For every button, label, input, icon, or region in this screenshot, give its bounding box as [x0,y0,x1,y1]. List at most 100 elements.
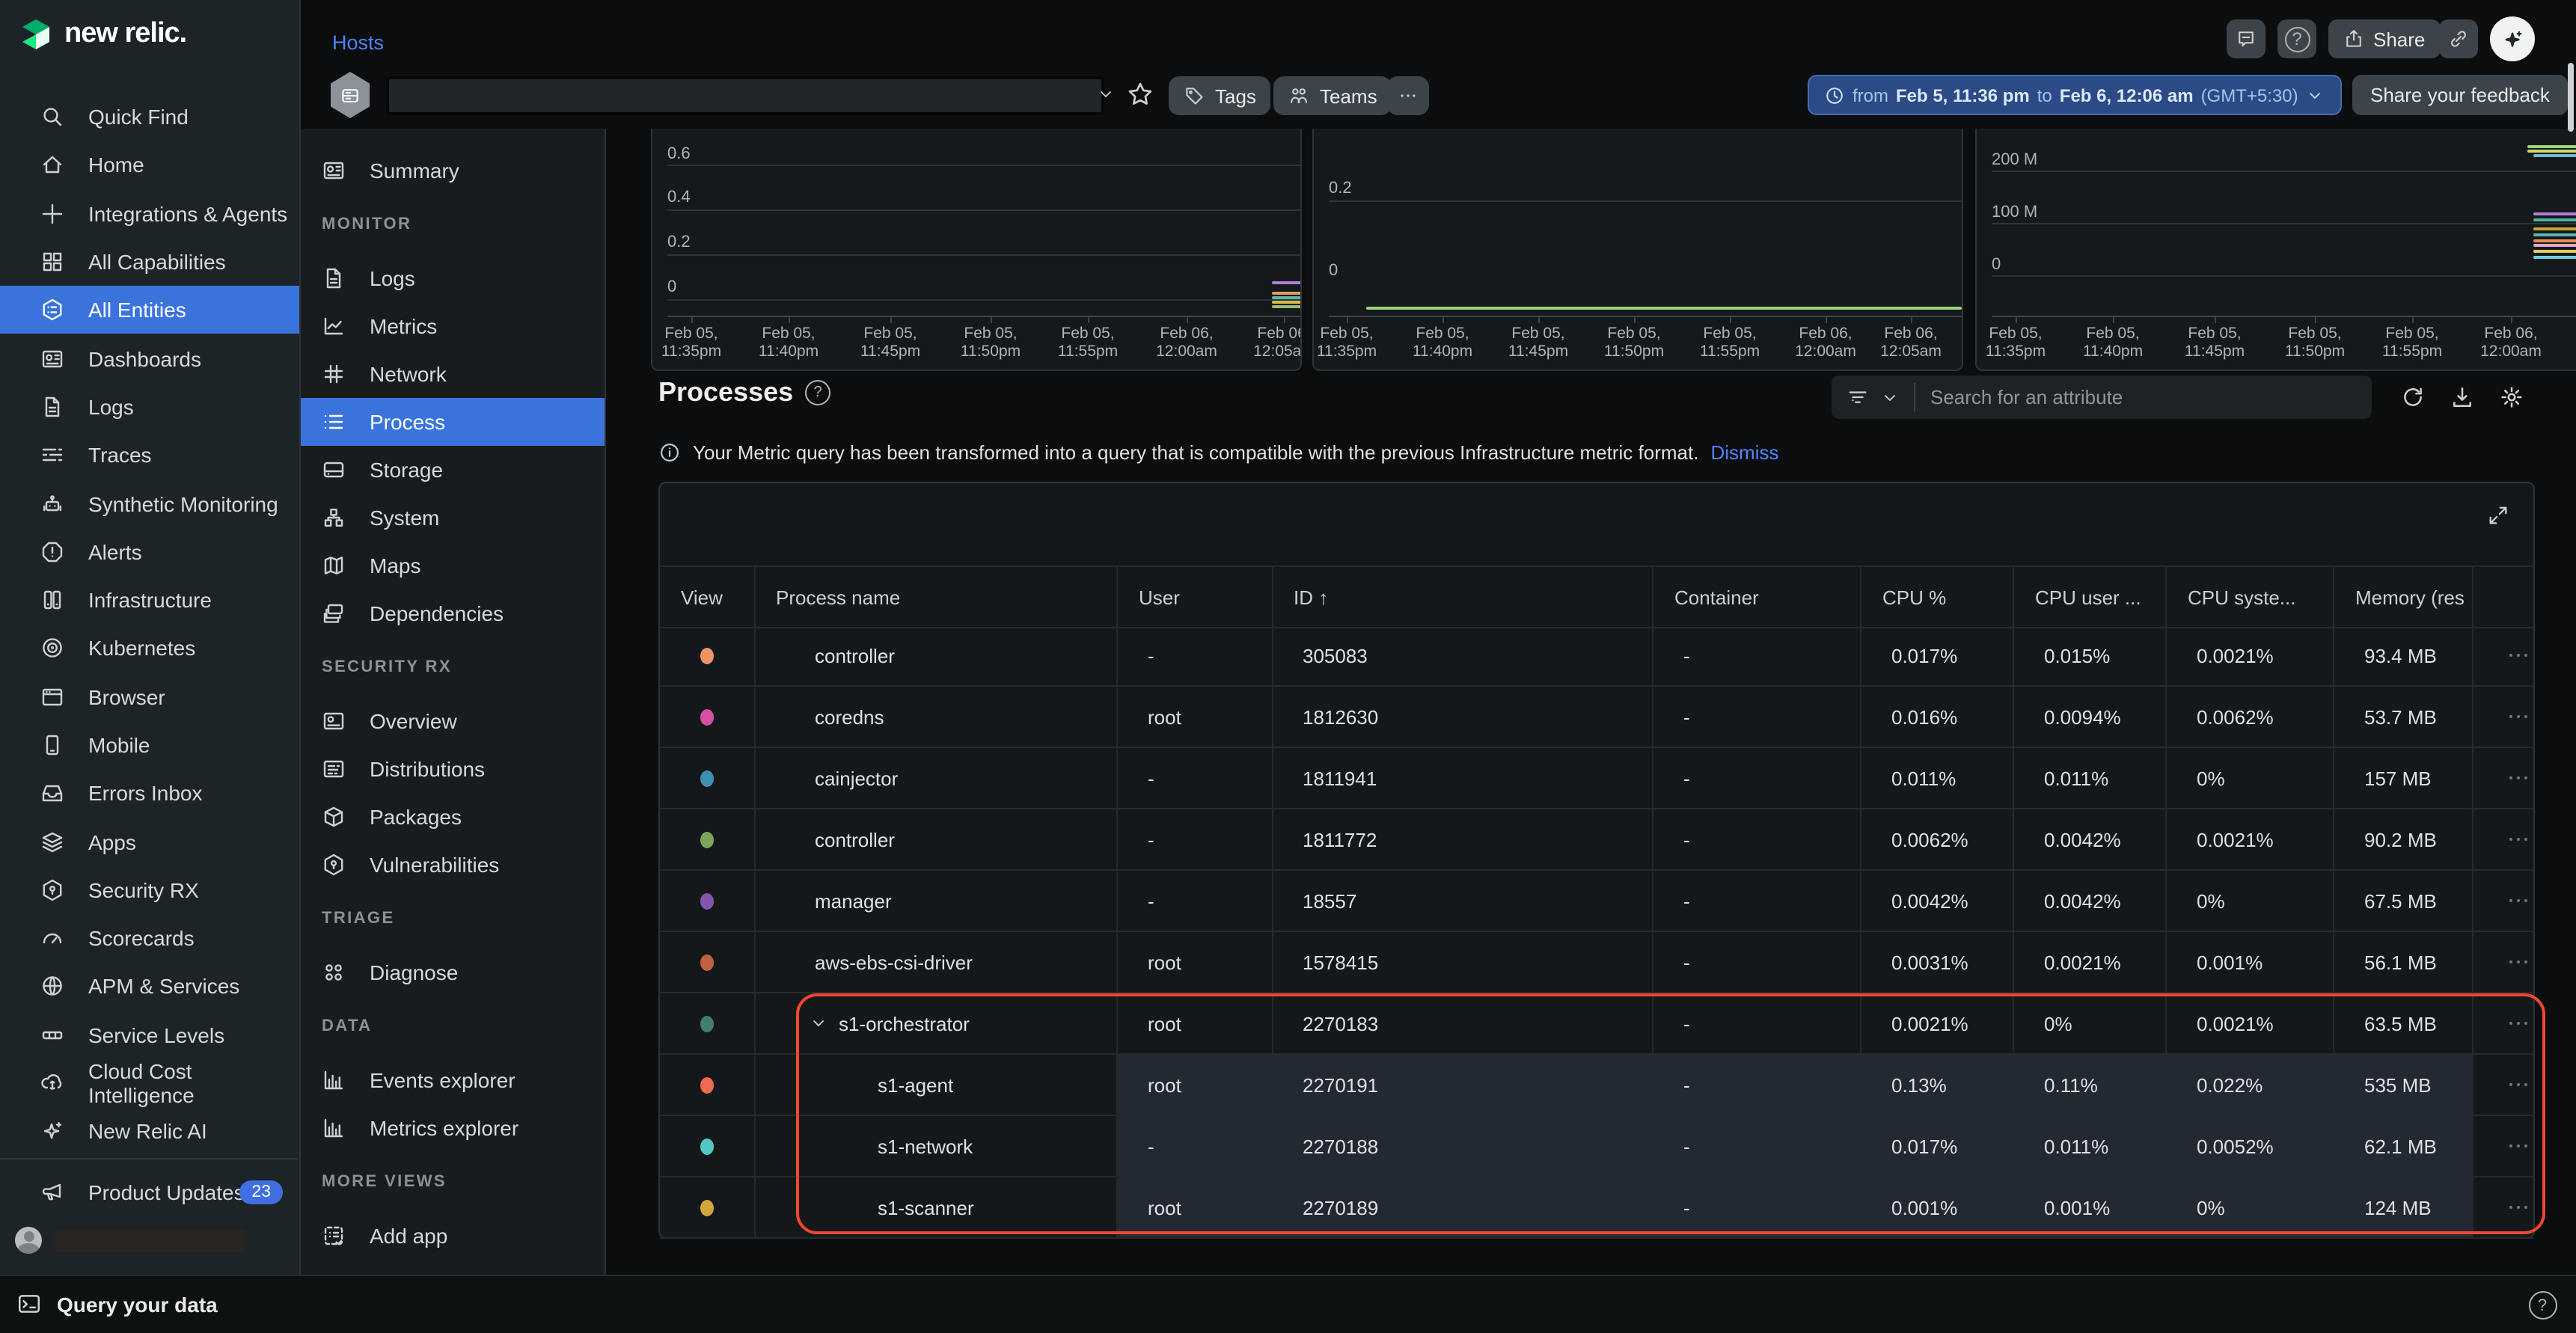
subnav-item-logs[interactable]: Logs [299,254,605,302]
table-row[interactable]: aws-ebs-csi-driver root 1578415 - 0.0031… [660,932,2533,993]
user-account-row[interactable] [0,1218,298,1263]
settings-gear-button[interactable] [2499,384,2524,410]
nav-item-home[interactable]: Home [0,141,299,190]
nav-item-traces[interactable]: Traces [0,431,299,479]
new-relic-logo[interactable]: new relic. [19,18,186,51]
comment-feedback-button[interactable] [2227,19,2266,58]
favorite-star-icon[interactable] [1127,81,1154,108]
subnav-item-metrics-explorer[interactable]: Metrics explorer [299,1104,605,1152]
footer-help-button[interactable]: ? [2528,1291,2557,1320]
subnav-item-add-app[interactable]: Add app [299,1212,605,1260]
subnav-item-diagnose[interactable]: Diagnose [299,949,605,996]
row-actions-button[interactable] [2503,1206,2533,1210]
dismiss-link[interactable]: Dismiss [1710,441,1778,464]
col-user[interactable]: User [1118,567,1273,627]
more-options-button[interactable] [1387,76,1429,115]
nav-item-service-levels[interactable]: Service Levels [0,1011,299,1059]
subnav-item-packages[interactable]: Packages [299,793,605,841]
nav-item-apm-services[interactable]: APM & Services [0,963,299,1011]
nav-item-logs[interactable]: Logs [0,383,299,432]
host-selector-input[interactable] [386,76,1104,115]
nav-item-security-rx[interactable]: Security RX [0,866,299,915]
subnav-item-maps[interactable]: Maps [299,542,605,589]
col-cpu-system[interactable]: CPU syste... [2167,567,2334,627]
teams-button[interactable]: Teams [1273,76,1392,115]
nav-item-scorecards[interactable]: Scorecards [0,914,299,963]
row-actions-button[interactable] [2503,838,2533,842]
subnav-item-distributions[interactable]: Distributions [299,745,605,793]
table-row-child[interactable]: s1-network - 2270188 - 0.017% 0.011% 0.0… [660,1116,2533,1177]
nav-item-browser[interactable]: Browser [0,672,299,721]
tags-button[interactable]: Tags [1169,76,1271,115]
subnav-item-storage[interactable]: Storage [299,446,605,494]
share-button[interactable]: Share [2328,19,2440,58]
nav-item-product-updates[interactable]: Product Updates 23 [0,1170,298,1215]
table-row-child[interactable]: s1-scanner root 2270189 - 0.001% 0.001% … [660,1177,2533,1239]
col-cpu-user[interactable]: CPU user ... [2014,567,2167,627]
col-cpu[interactable]: CPU % [1861,567,2014,627]
subnav-item-overview[interactable]: Overview [299,697,605,745]
nav-item-all-capabilities[interactable]: All Capabilities [0,238,299,286]
nav-item-new-relic-ai[interactable]: New Relic AI [0,1107,299,1156]
nav-item-errors-inbox[interactable]: Errors Inbox [0,769,299,818]
subnav-item-vulnerabilities[interactable]: Vulnerabilities [299,841,605,889]
scrollbar-thumb[interactable] [2568,63,2574,132]
col-id-sorted[interactable]: ID ↑ [1273,567,1653,627]
nav-item-infrastructure[interactable]: Infrastructure [0,576,299,625]
nav-item-apps[interactable]: Apps [0,818,299,866]
query-your-data-button[interactable]: Query your data [16,1291,218,1317]
copy-link-button[interactable] [2439,19,2478,58]
chart-panel-cpu: 0.6 0.4 0.2 0 Feb 05, 11:35pm Feb 05, 11… [651,105,1302,371]
nav-item-integrations[interactable]: Integrations & Agents [0,189,299,238]
subnav-item-network[interactable]: Network [299,350,605,398]
host-selector-chevron-icon[interactable] [1097,85,1115,103]
row-actions-button[interactable] [2503,654,2533,658]
nav-item-dashboards[interactable]: Dashboards [0,334,299,383]
subnav-item-metrics[interactable]: Metrics [299,302,605,350]
table-row[interactable]: manager - 18557 - 0.0042% 0.0042% 0% 67.… [660,871,2533,932]
filter-dropdown-button[interactable] [1832,386,1914,408]
nav-item-mobile[interactable]: Mobile [0,721,299,770]
share-feedback-button[interactable]: Share your feedback [2352,75,2568,115]
col-view[interactable]: View [660,567,755,627]
row-actions-button[interactable] [2503,715,2533,719]
nav-item-kubernetes[interactable]: Kubernetes [0,625,299,673]
subnav-item-dependencies[interactable]: Dependencies [299,589,605,637]
row-actions-button[interactable] [2503,960,2533,964]
entity-subnav: Summary MONITOR Logs Metrics Network Pro… [299,129,606,1275]
row-actions-button[interactable] [2503,899,2533,903]
row-actions-button[interactable] [2503,1022,2533,1026]
subnav-item-system[interactable]: System [299,494,605,542]
table-row[interactable]: coredns root 1812630 - 0.016% 0.0094% 0.… [660,687,2533,748]
subnav-item-process[interactable]: Process [299,398,605,446]
nav-item-quick-find[interactable]: Quick Find [0,93,299,141]
table-row[interactable]: controller - 305083 - 0.017% 0.015% 0.00… [660,625,2533,687]
subnav-item-summary[interactable]: Summary [299,147,605,194]
table-row-child[interactable]: s1-agent root 2270191 - 0.13% 0.11% 0.02… [660,1055,2533,1116]
table-row[interactable]: cainjector - 1811941 - 0.011% 0.011% 0% … [660,748,2533,809]
table-row[interactable]: controller - 1811772 - 0.0062% 0.0042% 0… [660,809,2533,871]
subnav-item-events-explorer[interactable]: Events explorer [299,1056,605,1104]
nav-item-synthetic-monitoring[interactable]: Synthetic Monitoring [0,479,299,528]
ai-assistant-button[interactable] [2490,16,2535,61]
help-button[interactable]: ? [2277,19,2316,58]
download-button[interactable] [2450,384,2475,410]
row-actions-button[interactable] [2503,1083,2533,1087]
help-question-icon[interactable]: ? [805,380,830,405]
collapse-chevron-icon[interactable] [809,1014,827,1032]
col-process-name[interactable]: Process name [755,567,1118,627]
nav-item-cloud-cost[interactable]: Cloud Cost Intelligence [0,1059,299,1108]
col-container[interactable]: Container [1653,567,1861,627]
breadcrumb[interactable]: Hosts [332,31,384,54]
series-line [1366,307,1962,310]
col-memory[interactable]: Memory (res [2334,567,2473,627]
nav-item-all-entities[interactable]: All Entities [0,286,299,334]
row-actions-button[interactable] [2503,776,2533,780]
expand-table-button[interactable] [2487,504,2509,527]
nav-item-alerts[interactable]: Alerts [0,527,299,576]
attribute-search-input[interactable] [1915,386,2372,408]
table-row-expandable[interactable]: s1-orchestrator root 2270183 - 0.0021% 0… [660,993,2533,1055]
refresh-button[interactable] [2400,384,2426,410]
row-actions-button[interactable] [2503,1144,2533,1148]
time-range-picker[interactable]: from Feb 5, 11:36 pm to Feb 6, 12:06 am … [1808,75,2342,115]
